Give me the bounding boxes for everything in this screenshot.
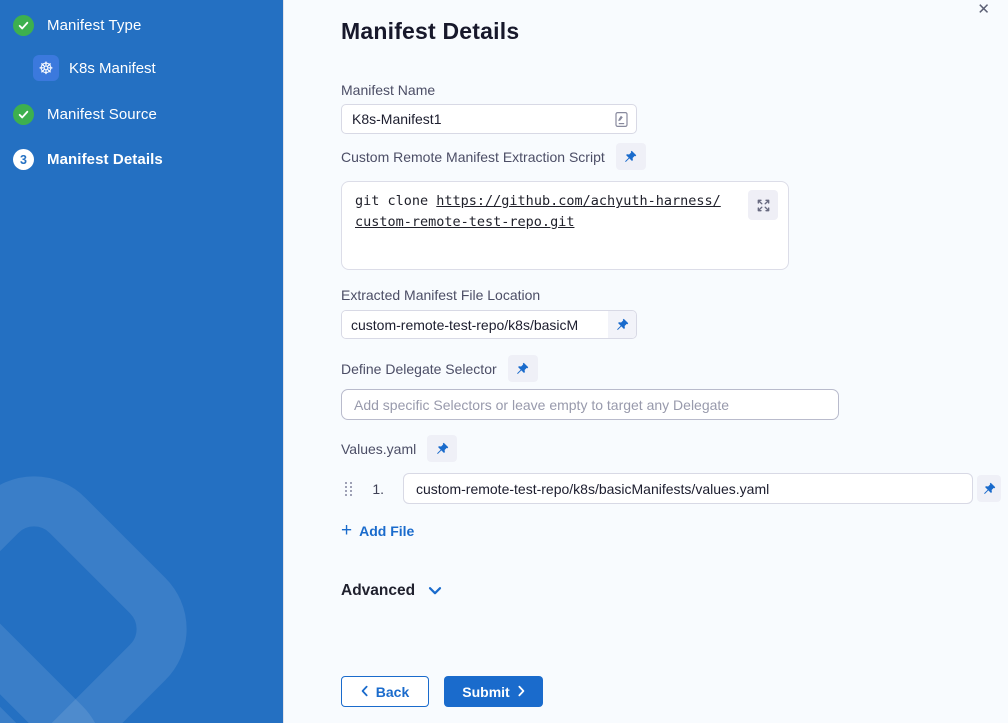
back-button-label: Back	[376, 684, 409, 700]
script-code: git clone https://github.com/achyuth-har…	[355, 191, 725, 233]
step-label: Manifest Type	[47, 17, 141, 34]
kubernetes-icon: ☸	[33, 55, 59, 81]
pin-icon[interactable]	[427, 435, 457, 462]
extracted-location-input[interactable]	[342, 311, 608, 338]
sidebar-step-manifest-type[interactable]: Manifest Type	[0, 15, 283, 36]
pin-icon[interactable]	[608, 311, 636, 338]
step-number-badge: 3	[13, 149, 34, 170]
extraction-script-editor[interactable]: git clone https://github.com/achyuth-har…	[341, 181, 789, 270]
chevron-down-icon	[428, 584, 442, 599]
pin-icon[interactable]	[977, 475, 1001, 502]
manifest-details-panel: ✕ Manifest Details Manifest Name Custom …	[283, 0, 1008, 723]
values-file-path-input[interactable]	[403, 473, 973, 504]
step-label: Manifest Source	[47, 106, 157, 123]
back-button[interactable]: Back	[341, 676, 429, 707]
manifest-name-label: Manifest Name	[341, 82, 1008, 98]
values-yaml-label: Values.yaml	[341, 441, 416, 457]
sidebar-step-manifest-source[interactable]: Manifest Source	[0, 104, 283, 125]
check-icon	[13, 104, 34, 125]
page-title: Manifest Details	[341, 18, 1008, 45]
sidebar-substep-k8s-manifest[interactable]: ☸ K8s Manifest	[33, 55, 283, 81]
check-icon	[13, 15, 34, 36]
submit-button[interactable]: Submit	[444, 676, 543, 707]
sidebar-step-manifest-details[interactable]: 3 Manifest Details	[0, 149, 283, 170]
extracted-location-field	[341, 310, 637, 339]
plus-icon: +	[341, 524, 352, 538]
advanced-toggle[interactable]: Advanced	[341, 582, 442, 600]
drag-handle-icon[interactable]	[344, 481, 353, 496]
manifest-name-field-wrap	[341, 104, 637, 134]
submit-button-label: Submit	[462, 684, 509, 700]
add-file-label: Add File	[359, 523, 414, 539]
delegate-selector-label: Define Delegate Selector	[341, 361, 497, 377]
step-label: Manifest Details	[47, 151, 163, 168]
delegate-selector-input[interactable]	[341, 389, 839, 420]
advanced-label: Advanced	[341, 582, 415, 600]
close-icon[interactable]: ✕	[973, 0, 994, 21]
chevron-right-icon	[518, 684, 525, 700]
values-file-row: 1.	[341, 473, 1001, 504]
extracted-location-label: Extracted Manifest File Location	[341, 287, 1008, 303]
chevron-left-icon	[361, 684, 368, 700]
add-file-button[interactable]: + Add File	[341, 523, 414, 539]
wizard-sidebar: Manifest Type ☸ K8s Manifest Manifest So…	[0, 0, 283, 723]
substep-label: K8s Manifest	[69, 60, 156, 77]
expand-icon[interactable]	[748, 190, 778, 220]
pin-icon[interactable]	[616, 143, 646, 170]
row-index: 1.	[366, 481, 384, 497]
manifest-name-input[interactable]	[341, 104, 637, 134]
wizard-footer: Back Submit	[341, 676, 543, 707]
extraction-script-label: Custom Remote Manifest Extraction Script	[341, 149, 605, 165]
pin-icon[interactable]	[508, 355, 538, 382]
